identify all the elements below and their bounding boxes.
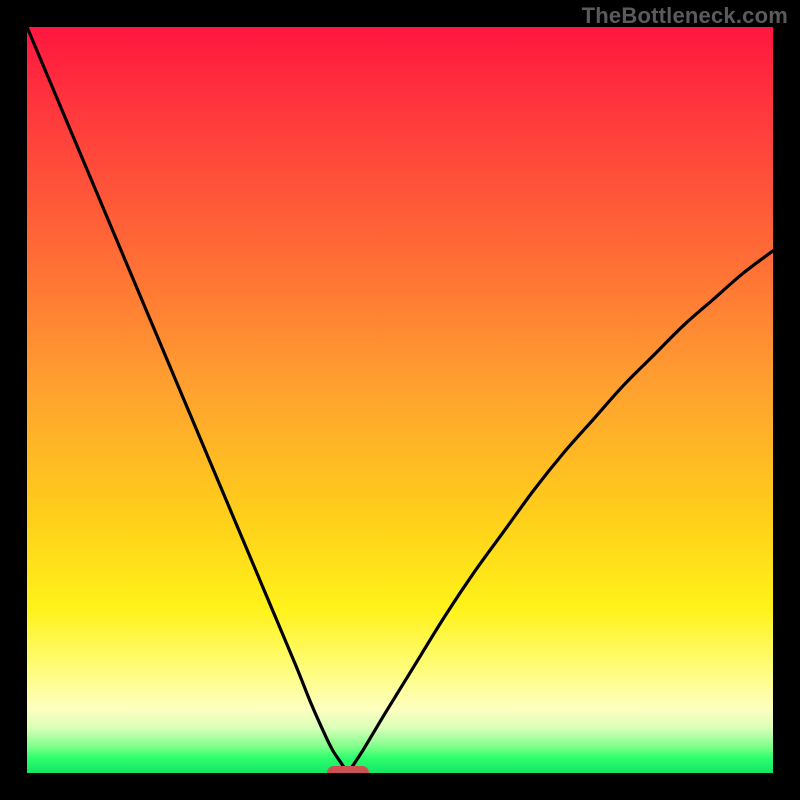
chart-frame: TheBottleneck.com <box>0 0 800 800</box>
plot-area <box>27 27 773 773</box>
watermark-text: TheBottleneck.com <box>582 3 788 29</box>
bottleneck-marker <box>327 766 369 773</box>
gradient-background <box>27 27 773 773</box>
